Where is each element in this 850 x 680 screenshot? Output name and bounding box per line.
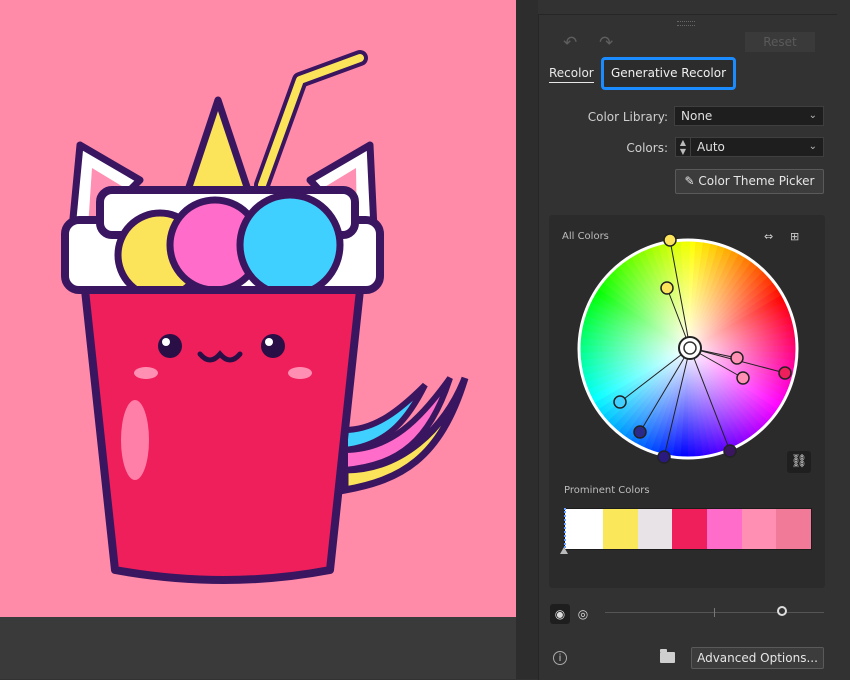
reset-button[interactable]: Reset [745, 32, 815, 52]
artboard-canvas[interactable] [0, 0, 516, 617]
advanced-options-button[interactable]: Advanced Options... [691, 647, 824, 669]
panel-divider [516, 0, 538, 679]
strip-selection-marker [564, 508, 566, 548]
prominent-swatch[interactable] [741, 509, 777, 549]
color-library-value: None [681, 109, 713, 123]
color-library-label: Color Library: [587, 110, 668, 124]
canvas-pasteboard [0, 617, 516, 679]
color-marker[interactable] [633, 425, 647, 439]
color-marker[interactable] [736, 371, 750, 385]
color-marker[interactable] [657, 450, 671, 464]
color-marker[interactable] [778, 366, 792, 380]
color-marker[interactable] [730, 351, 744, 365]
colors-dropdown[interactable]: Auto ⌄ [690, 137, 824, 157]
panel-grip[interactable] [677, 21, 695, 26]
prominent-swatch[interactable] [565, 509, 603, 549]
chevron-down-icon: ⌄ [808, 141, 817, 152]
color-wheel[interactable] [560, 225, 810, 475]
colors-value: Auto [697, 140, 725, 154]
chevron-down-icon: ⌄ [808, 110, 817, 121]
prominent-swatch[interactable] [707, 509, 742, 549]
wheel-mode-smooth-icon[interactable]: ◉ [550, 604, 570, 624]
link-harmony-icon[interactable]: ⛓ [787, 451, 811, 473]
brightness-slider-knob[interactable] [777, 606, 787, 616]
color-library-dropdown[interactable]: None ⌄ [674, 106, 824, 126]
slider-tick [714, 608, 715, 617]
colors-label: Colors: [626, 141, 668, 155]
color-theme-picker-button[interactable]: ✎ Color Theme Picker [675, 169, 824, 194]
color-marker[interactable] [723, 444, 737, 458]
info-icon[interactable]: i [553, 651, 567, 665]
folder-icon[interactable] [660, 649, 675, 663]
unicorn-cup-artwork [61, 50, 469, 584]
colors-stepper[interactable]: ▲ ▼ [675, 137, 691, 157]
color-marker[interactable] [613, 395, 627, 409]
tab-recolor[interactable]: Recolor [549, 66, 594, 83]
wheel-mode-segmented-icon[interactable]: ◎ [573, 604, 593, 624]
redo-icon[interactable]: ↷ [599, 35, 613, 52]
prominent-swatch[interactable] [672, 509, 708, 549]
prominent-swatch[interactable] [603, 509, 638, 549]
color-marker[interactable] [660, 281, 674, 295]
base-color-marker[interactable] [678, 336, 702, 360]
theme-picker-label: Color Theme Picker [698, 174, 815, 188]
eyedropper-icon: ✎ [684, 174, 695, 188]
color-marker[interactable] [663, 233, 677, 247]
prominent-swatch[interactable] [776, 509, 812, 549]
prominent-swatch[interactable] [637, 509, 673, 549]
undo-icon[interactable]: ↶ [563, 35, 577, 52]
tab-generative-recolor[interactable]: Generative Recolor [601, 57, 736, 90]
prominent-colors-strip[interactable] [564, 508, 812, 550]
strip-handle[interactable] [560, 547, 568, 554]
prominent-colors-label: Prominent Colors [564, 485, 650, 496]
